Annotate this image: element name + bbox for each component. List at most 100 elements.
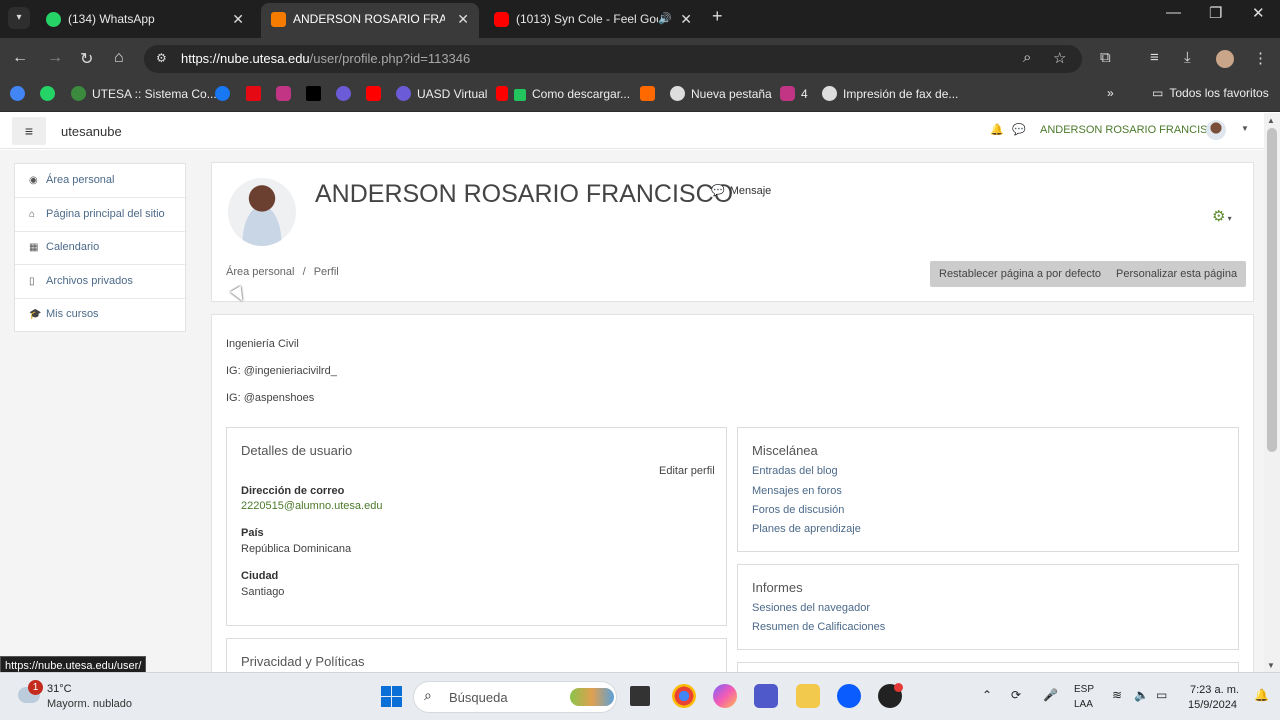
forum-posts-link[interactable]: Mensajes en foros — [752, 485, 842, 497]
clock-time[interactable]: 7:23 a. m. — [1190, 684, 1239, 696]
tab-search-button[interactable]: ▾ — [8, 7, 30, 29]
customize-page-button[interactable]: Personalizar esta página — [1107, 261, 1247, 287]
all-bookmarks-folder[interactable]: ▭ Todos los favoritos — [1152, 86, 1269, 100]
scroll-down-icon[interactable]: ▼ — [1267, 661, 1275, 670]
instagram-icon[interactable] — [276, 86, 297, 101]
new-tab-icon[interactable]: + — [712, 6, 723, 27]
notifications-bell-icon[interactable]: 🔔 — [990, 123, 1004, 136]
breadcrumb-current[interactable]: Perfil — [314, 266, 339, 278]
sidebar-item-dashboard[interactable]: ◉ Área personal — [15, 164, 187, 198]
sidebar-item-my-courses[interactable]: 🎓 Mis cursos — [15, 298, 187, 332]
teams-icon[interactable] — [754, 684, 778, 708]
uasd-icon[interactable] — [336, 86, 357, 101]
google-icon[interactable] — [10, 86, 31, 101]
bookmark-instagram-4[interactable]: 4 — [780, 86, 808, 101]
close-tab-icon[interactable]: ✕ — [232, 3, 244, 35]
home-icon[interactable]: ⌂ — [114, 49, 124, 67]
profile-picture — [228, 178, 296, 246]
tab-title: ANDERSON ROSARIO FRANCIS — [293, 12, 445, 26]
close-tab-icon[interactable]: ✕ — [457, 3, 469, 35]
sidebar-item-label: Calendario — [46, 241, 100, 253]
sidebar-item-private-files[interactable]: ▯ Archivos privados — [15, 265, 187, 299]
sidebar-item-calendar[interactable]: ▦ Calendario — [15, 231, 187, 265]
url-text[interactable]: https://nube.utesa.edu/user/profile.php?… — [181, 51, 470, 66]
bookmark-uasd[interactable]: UASD Virtual — [396, 86, 487, 101]
tab-profile[interactable]: ANDERSON ROSARIO FRANCIS ✕ — [261, 3, 479, 38]
volume-icon[interactable]: 🔈 — [1134, 688, 1149, 702]
breadcrumb-home-link[interactable]: Área personal — [226, 266, 295, 278]
clock-date[interactable]: 15/9/2024 — [1188, 699, 1237, 711]
copilot-icon[interactable] — [713, 684, 737, 708]
x-icon[interactable] — [306, 86, 327, 101]
site-name-link[interactable]: utesanube — [61, 124, 122, 139]
close-tab-icon[interactable]: ✕ — [680, 3, 692, 35]
menu-toggle-icon[interactable]: ≡ — [12, 117, 46, 145]
message-label: Mensaje — [729, 185, 772, 197]
email-link[interactable]: 2220515@alumno.utesa.edu — [241, 500, 382, 512]
blog-entries-link[interactable]: Entradas del blog — [752, 465, 838, 477]
notifications-icon[interactable]: 🔔 — [1254, 688, 1269, 702]
zoom-icon[interactable]: ⌕ — [1023, 49, 1031, 66]
youtube-icon — [494, 12, 509, 27]
wifi-icon[interactable]: ≋ — [1112, 688, 1122, 702]
reload-icon[interactable]: ↻ — [80, 49, 93, 69]
forward-icon[interactable]: → — [47, 49, 63, 67]
sync-icon[interactable]: ⟳ — [1011, 688, 1021, 702]
netflix-icon[interactable] — [246, 86, 267, 101]
chevron-down-icon[interactable]: ▼ — [1241, 124, 1249, 133]
battery-icon[interactable]: ▭ — [1156, 688, 1167, 702]
sidebar-item-home[interactable]: ⌂ Página principal del sitio — [15, 198, 187, 232]
bookmark-utesa[interactable]: UTESA :: Sistema Co... — [71, 86, 217, 101]
window-close-icon[interactable]: ✕ — [1252, 4, 1265, 22]
user-menu-name[interactable]: ANDERSON ROSARIO FRANCISCO — [1040, 124, 1224, 136]
microphone-icon[interactable]: 🎤 — [1043, 688, 1058, 702]
weather-temperature[interactable]: 31°C — [47, 683, 72, 695]
keyboard-layout[interactable]: LAA — [1074, 699, 1093, 710]
bookmark-label: Como descargar... — [532, 87, 631, 101]
reset-page-button[interactable]: Restablecer página a por defecto — [930, 261, 1111, 287]
minimize-icon[interactable]: — — [1166, 4, 1181, 21]
chrome-icon[interactable] — [672, 684, 696, 708]
tab-whatsapp[interactable]: (134) WhatsApp ✕ — [36, 3, 254, 38]
chevron-up-icon[interactable]: ⌃ — [982, 688, 992, 702]
bookmark-como-descargar[interactable]: Como descargar... — [496, 86, 630, 101]
youtube-bookmark-icon[interactable] — [366, 86, 387, 101]
tab-youtube[interactable]: (1013) Syn Cole - Feel Goo 🔊 ✕ — [484, 3, 702, 38]
more-bookmarks-icon[interactable]: » — [1107, 86, 1114, 100]
restore-icon[interactable]: ❐ — [1209, 4, 1222, 22]
mi-icon[interactable] — [640, 86, 661, 101]
bookmark-fax[interactable]: Impresión de fax de... — [822, 86, 958, 101]
browser-menu-icon[interactable]: ⋮ — [1253, 49, 1268, 67]
learning-plans-link[interactable]: Planes de aprendizaje — [752, 523, 861, 535]
user-details-title: Detalles de usuario — [241, 443, 353, 458]
task-view-icon[interactable] — [630, 686, 650, 706]
zoom-app-icon[interactable] — [837, 684, 861, 708]
profile-avatar-icon[interactable] — [1216, 50, 1234, 68]
forum-discussions-link[interactable]: Foros de discusión — [752, 504, 844, 516]
messages-icon[interactable]: 💬 — [1012, 123, 1026, 136]
weather-condition[interactable]: Mayorm. nublado — [47, 698, 132, 710]
file-explorer-icon[interactable] — [796, 684, 820, 708]
extensions-icon[interactable]: ⧉ — [1100, 49, 1111, 66]
speaker-icon[interactable]: 🔊 — [658, 3, 672, 35]
edit-profile-link[interactable]: Editar perfil — [659, 465, 715, 477]
user-avatar[interactable] — [1206, 120, 1226, 140]
bookmark-star-icon[interactable]: ☆ — [1053, 49, 1066, 67]
all-bookmarks-label: Todos los favoritos — [1169, 86, 1269, 100]
language-indicator[interactable]: ESP — [1074, 684, 1094, 695]
message-button[interactable]: 💬 Mensaje — [711, 184, 771, 197]
gear-icon[interactable]: ⚙ ▾ — [1212, 207, 1232, 225]
windows-start-icon[interactable] — [381, 686, 402, 707]
back-icon[interactable]: ← — [12, 49, 28, 67]
sidebar-item-label: Archivos privados — [46, 275, 133, 287]
browser-sessions-link[interactable]: Sesiones del navegador — [752, 602, 870, 614]
scroll-up-icon[interactable]: ▲ — [1267, 116, 1275, 125]
whatsapp-bookmark-icon[interactable] — [40, 86, 61, 101]
grades-overview-link[interactable]: Resumen de Calificaciones — [752, 621, 885, 633]
facebook-icon[interactable] — [215, 86, 236, 101]
site-info-icon[interactable]: ⚙ — [156, 51, 167, 65]
bookmark-nueva-pestana[interactable]: Nueva pestaña — [670, 86, 772, 101]
media-control-icon[interactable]: ≡ — [1150, 49, 1159, 66]
download-icon[interactable]: ⤓ — [1184, 49, 1191, 66]
scroll-thumb[interactable] — [1267, 128, 1277, 452]
